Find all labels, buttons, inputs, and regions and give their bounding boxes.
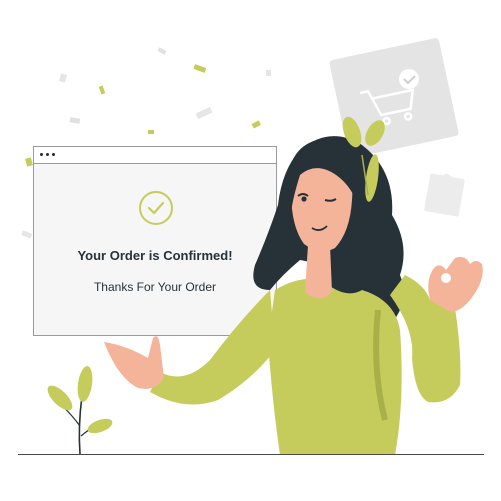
woman-figure xyxy=(104,116,483,455)
ground-line xyxy=(18,454,484,455)
order-confirmed-illustration: Your Order is Confirmed! Thanks For Your… xyxy=(0,0,501,501)
